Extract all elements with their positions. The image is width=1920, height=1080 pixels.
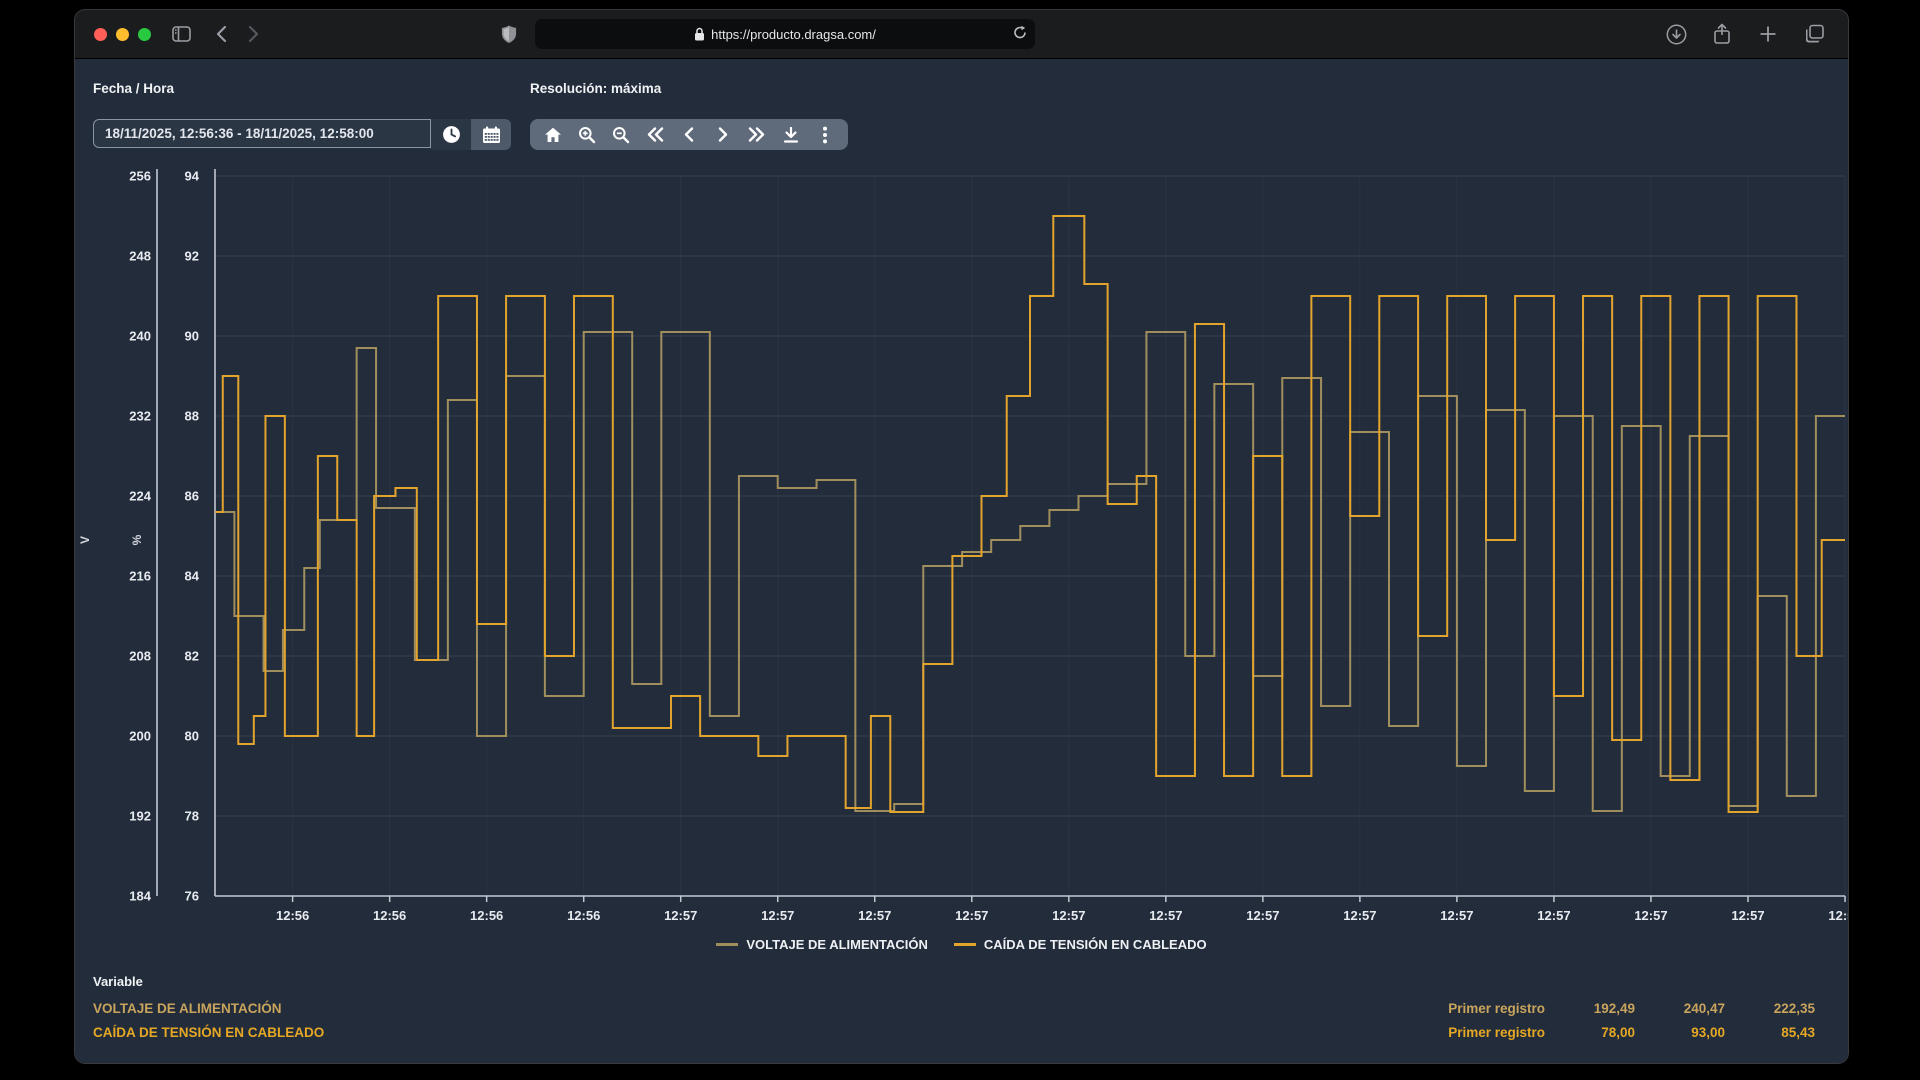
x-tick-label: 12:56: [470, 908, 503, 923]
percent-tick-label: 86: [185, 489, 199, 504]
percent-tick-label: 90: [185, 329, 199, 344]
window-controls: [94, 28, 151, 41]
x-tick-label: 12:57: [858, 908, 891, 923]
table-header: Variable: [93, 974, 1815, 996]
x-tick-label: 12:57: [1246, 908, 1279, 923]
stat-max: 240,47: [1635, 1001, 1725, 1016]
x-tick-label: 12:57: [761, 908, 794, 923]
x-tick-label: 12:58: [1828, 908, 1848, 923]
x-tick-label: 12:57: [1343, 908, 1376, 923]
percent-tick-label: 80: [185, 729, 199, 744]
legend-item-drop[interactable]: CAÍDA DE TENSIÓN EN CABLEADO: [954, 937, 1207, 952]
date-range-label: Fecha / Hora: [93, 81, 174, 96]
series-voltage: [215, 332, 1845, 811]
minimize-button[interactable]: [116, 28, 129, 41]
percent-tick-label: 94: [185, 169, 200, 184]
page-content: Fecha / Hora Resolución: máxima 256 248 24…: [75, 59, 1848, 1063]
series-drop: [215, 216, 1845, 812]
voltage-tick-label: 200: [129, 729, 151, 744]
x-tick-label: 12:56: [276, 908, 309, 923]
voltage-tick-label: 192: [129, 809, 151, 824]
url-text: https://producto.dragsa.com/: [711, 27, 876, 42]
voltage-tick-label: 256: [129, 169, 151, 184]
stat-avg: 222,35: [1725, 1001, 1815, 1016]
legend-label: CAÍDA DE TENSIÓN EN CABLEADO: [984, 937, 1207, 952]
stat-min: 192,49: [1545, 1001, 1635, 1016]
url-bar[interactable]: https://producto.dragsa.com/: [535, 19, 1035, 49]
voltage-tick-label: 240: [129, 329, 151, 344]
percent-tick-label: 92: [185, 249, 199, 264]
x-tick-label: 12:57: [1731, 908, 1764, 923]
percent-tick-label: 78: [185, 809, 199, 824]
resolution-label: Resolución: máxima: [530, 81, 661, 96]
voltage-tick-label: 208: [129, 649, 151, 664]
new-tab-icon[interactable]: [1752, 18, 1784, 50]
share-icon[interactable]: [1706, 18, 1738, 50]
x-tick-label: 12:56: [373, 908, 406, 923]
close-button[interactable]: [94, 28, 107, 41]
voltage-tick-label: 184: [129, 889, 151, 904]
percent-axis-unit: %: [130, 534, 144, 545]
sidebar-icon[interactable]: [165, 18, 197, 50]
back-icon[interactable]: [205, 18, 237, 50]
tab-overview-icon[interactable]: [1798, 18, 1830, 50]
stat-min: 78,00: [1545, 1025, 1635, 1040]
forward-icon[interactable]: [237, 18, 269, 50]
desktop-background: https://producto.dragsa.com/: [0, 0, 1920, 1080]
x-tick-label: 12:56: [567, 908, 600, 923]
stat-avg: 85,43: [1725, 1025, 1815, 1040]
stat-label: Primer registro: [1385, 1001, 1545, 1016]
voltage-tick-label: 216: [129, 569, 151, 584]
reload-icon[interactable]: [1013, 25, 1027, 43]
zoom-button[interactable]: [138, 28, 151, 41]
stat-label: Primer registro: [1385, 1025, 1545, 1040]
row-label: VOLTAJE DE ALIMENTACIÓN: [93, 1001, 1385, 1016]
voltage-tick-label: 232: [129, 409, 151, 424]
timeseries-chart[interactable]: 256 248 240 232 224 216 208 200 192 184 94 92 90 88 86…: [75, 131, 1848, 931]
browser-window: https://producto.dragsa.com/: [75, 10, 1848, 1063]
x-tick-label: 12:57: [1149, 908, 1182, 923]
voltage-tick-label: 248: [129, 249, 151, 264]
variables-table: Variable VOLTAJE DE ALIMENTACIÓN Primer …: [93, 974, 1815, 1044]
table-row-voltage[interactable]: VOLTAJE DE ALIMENTACIÓN Primer registro …: [93, 996, 1815, 1020]
download-circle-icon[interactable]: [1660, 18, 1692, 50]
percent-tick-label: 84: [185, 569, 200, 584]
legend-label: VOLTAJE DE ALIMENTACIÓN: [746, 937, 928, 952]
voltage-axis-unit: V: [78, 536, 92, 544]
browser-chrome: https://producto.dragsa.com/: [75, 10, 1848, 59]
table-row-drop[interactable]: CAÍDA DE TENSIÓN EN CABLEADO Primer regi…: [93, 1020, 1815, 1044]
percent-tick-label: 88: [185, 409, 199, 424]
percent-tick-label: 82: [185, 649, 199, 664]
voltage-series-swatch: [716, 943, 738, 946]
x-tick-label: 12:57: [1052, 908, 1085, 923]
x-tick-label: 12:57: [1440, 908, 1473, 923]
legend-item-voltage[interactable]: VOLTAJE DE ALIMENTACIÓN: [716, 937, 928, 952]
lock-icon: [694, 27, 705, 41]
shield-icon[interactable]: [493, 18, 525, 50]
chart-legend: VOLTAJE DE ALIMENTACIÓN CAÍDA DE TENSIÓN…: [75, 937, 1848, 952]
x-tick-label: 12:57: [664, 908, 697, 923]
voltage-tick-label: 224: [129, 489, 151, 504]
x-tick-label: 12:57: [955, 908, 988, 923]
drop-series-swatch: [954, 943, 976, 946]
percent-tick-label: 76: [185, 889, 199, 904]
x-tick-label: 12:57: [1537, 908, 1570, 923]
stat-max: 93,00: [1635, 1025, 1725, 1040]
row-label: CAÍDA DE TENSIÓN EN CABLEADO: [93, 1025, 1385, 1040]
x-tick-label: 12:57: [1634, 908, 1667, 923]
